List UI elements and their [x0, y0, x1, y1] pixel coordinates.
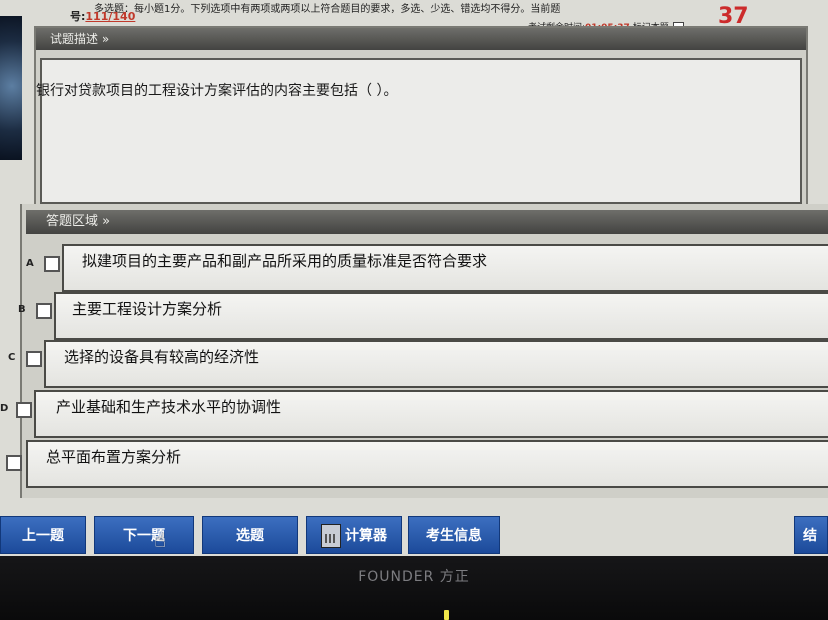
option-a-checkbox[interactable] — [44, 256, 60, 272]
option-letter: B — [18, 304, 26, 315]
option-letter: D — [0, 403, 9, 414]
option-b-checkbox[interactable] — [36, 303, 52, 319]
question-instruction: 多选题：每小题1分。下列选项中有两项或两项以上符合题目的要求，多选、少选、错选均… — [94, 4, 561, 15]
hand-cursor-icon: ☝ — [154, 528, 167, 552]
question-panel-title: 试题描述 » — [36, 28, 806, 50]
next-question-button[interactable]: 下一题 — [94, 516, 194, 554]
question-counter-label: 号:111/140 — [70, 8, 135, 24]
select-question-button[interactable]: 选题 — [202, 516, 298, 554]
option-e-text: 总平面布置方案分析 — [46, 448, 182, 466]
option-letter: C — [8, 352, 16, 363]
option-c-text: 选择的设备具有较高的经济性 — [64, 348, 260, 366]
question-prefix: 号: — [70, 10, 86, 23]
finish-button[interactable]: 结束 — [794, 516, 828, 554]
option-a-text: 拟建项目的主要产品和副产品所采用的质量标准是否符合要求 — [82, 252, 488, 270]
option-letter: A — [26, 258, 34, 269]
power-led-icon — [444, 610, 449, 620]
option-d-text: 产业基础和生产技术水平的协调性 — [56, 398, 282, 416]
candidate-info-button[interactable]: 考生信息 — [408, 516, 500, 554]
option-d-checkbox[interactable] — [16, 402, 32, 418]
calculator-icon — [321, 524, 341, 548]
question-stem: 银行对贷款项目的工程设计方案评估的内容主要包括（ ）。 — [36, 83, 398, 99]
monitor-brand-logo: FOUNDER 方正 — [358, 569, 470, 585]
exam-screen: 多选题：每小题1分。下列选项中有两项或两项以上符合题目的要求，多选、少选、错选均… — [0, 0, 828, 560]
answer-panel-title: 答题区域 » — [26, 210, 828, 234]
question-panel: 试题描述 » — [34, 26, 808, 214]
candidate-photo — [0, 16, 22, 160]
option-e-checkbox[interactable] — [6, 455, 22, 471]
question-counter: 111/140 — [85, 10, 136, 23]
option-b-text: 主要工程设计方案分析 — [72, 300, 223, 318]
calculator-button[interactable]: 计算器 — [306, 516, 402, 554]
option-c-checkbox[interactable] — [26, 351, 42, 367]
prev-question-button[interactable]: 上一题 — [0, 516, 86, 554]
calculator-label: 计算器 — [345, 528, 387, 544]
